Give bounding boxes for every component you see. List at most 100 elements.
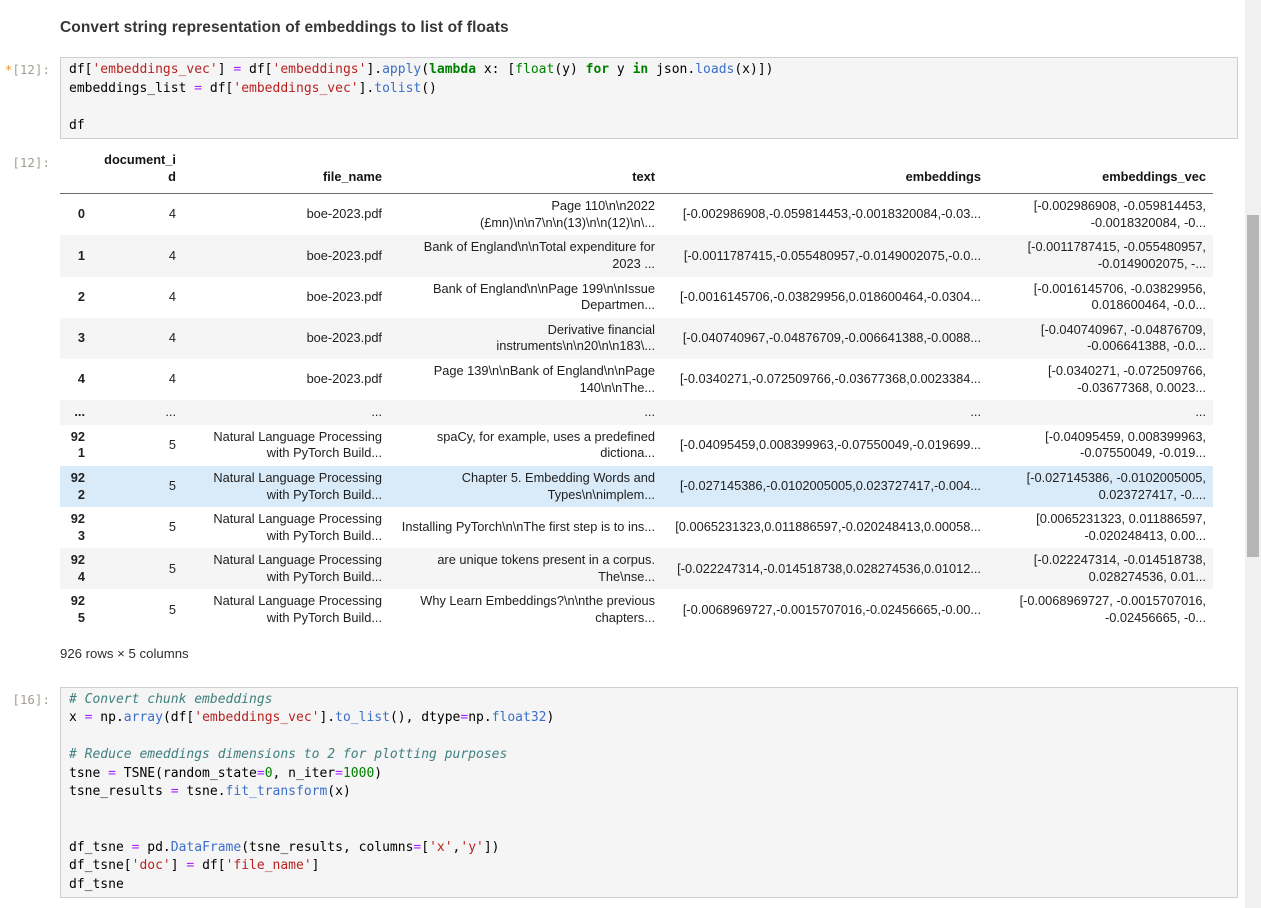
cell-file_name: Natural Language Processing with PyTorch… [183, 589, 389, 630]
table-summary: 926 rows × 5 columns [60, 646, 1238, 661]
cell-text: Chapter 5. Embedding Words and Types\n\n… [389, 466, 662, 507]
table-row-924: 9245Natural Language Processing with PyT… [60, 548, 1213, 589]
cell-embeddings: [-0.0340271,-0.072509766,-0.03677368,0.0… [662, 359, 988, 400]
cell-file_name: boe-2023.pdf [183, 359, 389, 400]
cell-file_name: boe-2023.pdf [183, 235, 389, 276]
cell-text: Why Learn Embeddings?\n\nthe previous ch… [389, 589, 662, 630]
row-index: 925 [60, 589, 92, 630]
cell-document_id: 4 [92, 318, 183, 359]
cell-file_name: Natural Language Processing with PyTorch… [183, 507, 389, 548]
cell-embeddings: [-0.022247314,-0.014518738,0.028274536,0… [662, 548, 988, 589]
cell-text: ... [389, 400, 662, 425]
cell-embeddings_vec: [-0.0340271, -0.072509766, -0.03677368, … [988, 359, 1213, 400]
cell-file_name: Natural Language Processing with PyTorch… [183, 548, 389, 589]
table-row-2: 24boe-2023.pdfBank of England\n\nPage 19… [60, 277, 1213, 318]
row-index: 921 [60, 425, 92, 466]
table-row-3: 34boe-2023.pdfDerivative financial instr… [60, 318, 1213, 359]
cell-embeddings_vec: [-0.0016145706, -0.03829956, 0.018600464… [988, 277, 1213, 318]
output-content: document_idfile_nametextembeddingsembedd… [60, 147, 1238, 661]
input-prompt-16: [16]: [0, 687, 50, 707]
cell-embeddings_vec: [-0.0068969727, -0.0015707016, -0.024566… [988, 589, 1213, 630]
table-row-925: 9255Natural Language Processing with PyT… [60, 589, 1213, 630]
code-cell-12: *[12]: df['embeddings_vec'] = df['embedd… [0, 57, 1238, 139]
cell-file_name: boe-2023.pdf [183, 194, 389, 236]
scrollbar-thumb[interactable] [1247, 215, 1259, 557]
cell-embeddings_vec: [0.0065231323, 0.011886597, -0.020248413… [988, 507, 1213, 548]
section-heading: Convert string representation of embeddi… [60, 17, 509, 39]
prompt-label: [12]: [12, 62, 50, 77]
cell-embeddings_vec: ... [988, 400, 1213, 425]
cell-text: Page 110\n\n2022 (£mn)\n\n7\n\n(13)\n\n(… [389, 194, 662, 236]
cell-file_name: ... [183, 400, 389, 425]
cell-embeddings_vec: [-0.04095459, 0.008399963, -0.07550049, … [988, 425, 1213, 466]
row-index: 4 [60, 359, 92, 400]
cell-text: Installing PyTorch\n\nThe first step is … [389, 507, 662, 548]
row-index: 923 [60, 507, 92, 548]
cell-embeddings: [-0.027145386,-0.0102005005,0.023727417,… [662, 466, 988, 507]
column-header-file_name: file_name [183, 147, 389, 194]
cell-embeddings: [0.0065231323,0.011886597,-0.020248413,0… [662, 507, 988, 548]
cell-document_id: ... [92, 400, 183, 425]
cell-text: Bank of England\n\nPage 199\n\nIssue Dep… [389, 277, 662, 318]
cell-text: Page 139\n\nBank of England\n\nPage 140\… [389, 359, 662, 400]
code-editor-12[interactable]: df['embeddings_vec'] = df['embeddings'].… [60, 57, 1238, 139]
code-content-12: df['embeddings_vec'] = df['embeddings'].… [69, 61, 1229, 135]
row-index: 2 [60, 277, 92, 318]
table-row-922: 9225Natural Language Processing with PyT… [60, 466, 1213, 507]
cell-file_name: boe-2023.pdf [183, 277, 389, 318]
cell-embeddings_vec: [-0.0011787415, -0.055480957, -0.0149002… [988, 235, 1213, 276]
cell-document_id: 5 [92, 548, 183, 589]
row-index: 0 [60, 194, 92, 236]
cell-document_id: 4 [92, 277, 183, 318]
cell-document_id: 5 [92, 507, 183, 548]
row-index: 924 [60, 548, 92, 589]
cell-file_name: boe-2023.pdf [183, 318, 389, 359]
output-prompt-12: [12]: [0, 147, 50, 170]
cell-embeddings_vec: [-0.040740967, -0.04876709, -0.006641388… [988, 318, 1213, 359]
dataframe-header-row: document_idfile_nametextembeddingsembedd… [60, 147, 1213, 194]
row-index: ... [60, 400, 92, 425]
cell-embeddings: [-0.04095459,0.008399963,-0.07550049,-0.… [662, 425, 988, 466]
dataframe: document_idfile_nametextembeddingsembedd… [60, 147, 1213, 631]
table-row-0: 04boe-2023.pdfPage 110\n\n2022 (£mn)\n\n… [60, 194, 1213, 236]
index-header [60, 147, 92, 194]
table-row-1: 14boe-2023.pdfBank of England\n\nTotal e… [60, 235, 1213, 276]
column-header-document_id: document_id [92, 147, 183, 194]
cell-text: Derivative financial instruments\n\n20\n… [389, 318, 662, 359]
output-area-12: [12]: document_idfile_nametextembeddings… [0, 147, 1238, 661]
cell-embeddings_vec: [-0.027145386, -0.0102005005, 0.02372741… [988, 466, 1213, 507]
cell-text: Bank of England\n\nTotal expenditure for… [389, 235, 662, 276]
code-editor-16[interactable]: # Convert chunk embeddings x = np.array(… [60, 687, 1238, 899]
cell-document_id: 5 [92, 589, 183, 630]
row-index: 3 [60, 318, 92, 359]
scrollbar-track[interactable] [1245, 0, 1261, 908]
code-cell-16: [16]: # Convert chunk embeddings x = np.… [0, 687, 1238, 899]
cell-text: are unique tokens present in a corpus. T… [389, 548, 662, 589]
column-header-embeddings: embeddings [662, 147, 988, 194]
cell-embeddings_vec: [-0.022247314, -0.014518738, 0.028274536… [988, 548, 1213, 589]
cell-document_id: 4 [92, 359, 183, 400]
cell-embeddings: [-0.0068969727,-0.0015707016,-0.02456665… [662, 589, 988, 630]
cell-document_id: 4 [92, 194, 183, 236]
input-prompt-12: *[12]: [0, 57, 50, 77]
cell-document_id: 5 [92, 425, 183, 466]
cell-document_id: 5 [92, 466, 183, 507]
table-row-921: 9215Natural Language Processing with PyT… [60, 425, 1213, 466]
table-row-923: 9235Natural Language Processing with PyT… [60, 507, 1213, 548]
column-header-text: text [389, 147, 662, 194]
cell-file_name: Natural Language Processing with PyTorch… [183, 425, 389, 466]
cell-embeddings: [-0.0011787415,-0.055480957,-0.014900207… [662, 235, 988, 276]
code-content-16: # Convert chunk embeddings x = np.array(… [69, 691, 1229, 895]
markdown-cell: Convert string representation of embeddi… [0, 17, 1238, 39]
table-row-4: 44boe-2023.pdfPage 139\n\nBank of Englan… [60, 359, 1213, 400]
row-index: 1 [60, 235, 92, 276]
cell-embeddings: [-0.0016145706,-0.03829956,0.018600464,-… [662, 277, 988, 318]
cell-embeddings: [-0.002986908,-0.059814453,-0.0018320084… [662, 194, 988, 236]
table-row-...: .................. [60, 400, 1213, 425]
cell-embeddings_vec: [-0.002986908, -0.059814453, -0.00183200… [988, 194, 1213, 236]
cell-text: spaCy, for example, uses a predefined di… [389, 425, 662, 466]
row-index: 922 [60, 466, 92, 507]
cell-document_id: 4 [92, 235, 183, 276]
cell-file_name: Natural Language Processing with PyTorch… [183, 466, 389, 507]
notebook: Convert string representation of embeddi… [0, 0, 1261, 898]
